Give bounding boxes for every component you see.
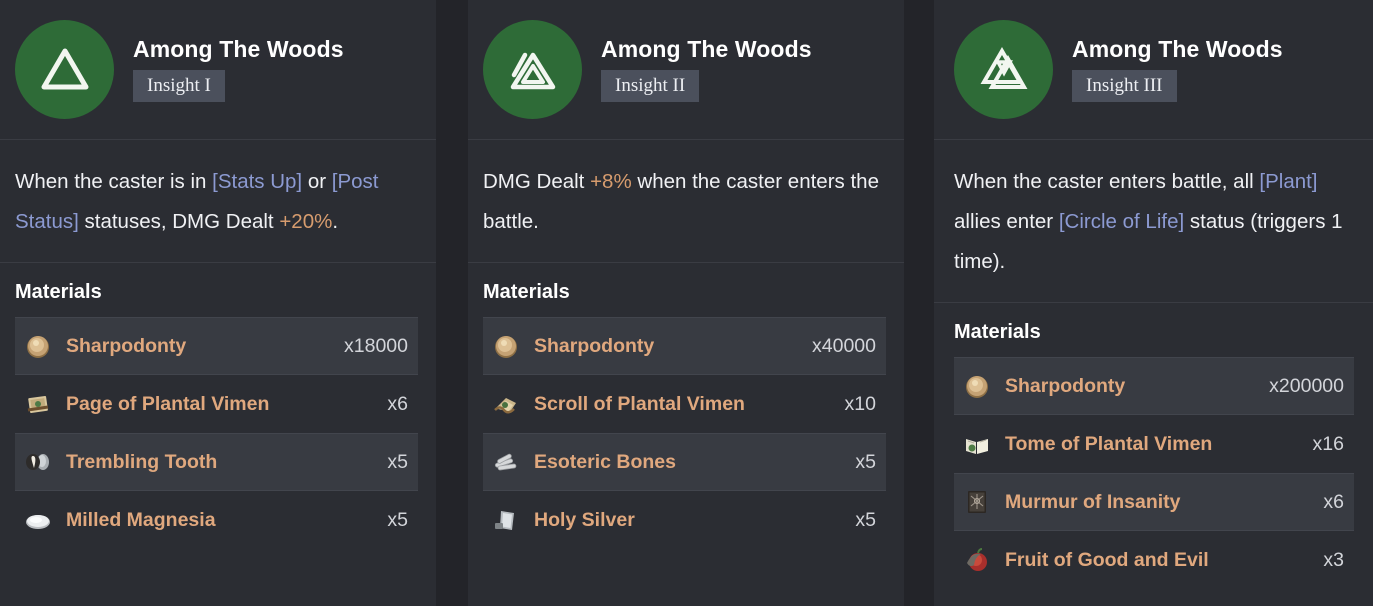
insight-panel-3: Among The Woods Insight III When the cas… <box>934 0 1373 606</box>
desc-seg: or <box>302 170 332 193</box>
gold-coin-icon <box>23 331 53 361</box>
silver-ingot-icon <box>491 505 521 535</box>
dark-book-icon <box>962 487 992 517</box>
desc-number: +20% <box>279 210 333 233</box>
table-row[interactable]: Sharpodonty x18000 <box>15 317 418 375</box>
skill-description: When the caster is in [Stats Up] or [Pos… <box>0 140 436 263</box>
desc-tag: [Plant] <box>1259 170 1318 193</box>
material-qty: x5 <box>387 450 408 473</box>
header-text-block: Among The Woods Insight I <box>133 35 344 102</box>
material-name: Holy Silver <box>534 508 635 531</box>
table-row[interactable]: Page of Plantal Vimen x6 <box>15 375 418 433</box>
skill-description: When the caster enters battle, all [Plan… <box>934 140 1373 303</box>
header-text-block: Among The Woods Insight II <box>601 35 812 102</box>
desc-number: +8% <box>590 170 632 193</box>
table-row[interactable]: Sharpodonty x40000 <box>483 317 886 375</box>
material-qty: x200000 <box>1269 374 1344 397</box>
table-row[interactable]: Holy Silver x5 <box>483 491 886 549</box>
material-qty: x3 <box>1323 548 1344 571</box>
header-text-block: Among The Woods Insight III <box>1072 35 1283 102</box>
materials-section: Materials Sharpodonty x200000 Tome of Pl… <box>934 303 1373 606</box>
table-row[interactable]: Sharpodonty x200000 <box>954 357 1354 415</box>
material-name: Fruit of Good and Evil <box>1005 548 1209 571</box>
materials-heading: Materials <box>483 281 570 303</box>
material-name: Milled Magnesia <box>66 508 216 531</box>
status-badge: Insight I <box>133 69 225 102</box>
desc-seg: statuses, DMG Dealt <box>78 210 280 233</box>
tooth-icon <box>23 447 53 477</box>
material-name: Trembling Tooth <box>66 450 218 473</box>
table-row[interactable]: Trembling Tooth x5 <box>15 433 418 491</box>
material-qty: x6 <box>387 392 408 415</box>
valknut-triangle-icon <box>954 20 1053 119</box>
material-name: Murmur of Insanity <box>1005 490 1181 513</box>
double-triangle-icon <box>483 20 582 119</box>
column-gutter-2 <box>904 0 934 606</box>
materials-heading: Materials <box>15 281 102 303</box>
panel-header: Among The Woods Insight II <box>468 0 904 140</box>
red-fruit-icon <box>962 545 992 575</box>
status-badge: Insight II <box>601 69 700 102</box>
materials-section: Materials Sharpodonty x18000 Page of Pla… <box>0 263 436 606</box>
rolled-scroll-icon <box>491 389 521 419</box>
material-name: Sharpodonty <box>1005 374 1126 397</box>
open-book-icon <box>962 429 992 459</box>
material-qty: x10 <box>844 392 876 415</box>
desc-seg: When the caster enters battle, all <box>954 170 1260 193</box>
desc-tag: [Stats Up] <box>212 170 303 193</box>
table-row[interactable]: Tome of Plantal Vimen x16 <box>954 415 1354 473</box>
gold-coin-icon <box>962 371 992 401</box>
desc-seg: When the caster is in <box>15 170 213 193</box>
table-row[interactable]: Milled Magnesia x5 <box>15 491 418 549</box>
magnesia-bowl-icon <box>23 505 53 535</box>
material-qty: x5 <box>855 450 876 473</box>
material-name: Sharpodonty <box>534 334 655 357</box>
desc-seg: DMG Dealt <box>483 170 591 193</box>
bones-icon <box>491 447 521 477</box>
material-qty: x18000 <box>344 334 408 357</box>
status-badge: Insight III <box>1072 69 1177 102</box>
page-title: Among The Woods <box>601 35 812 62</box>
insight-panel-1: Among The Woods Insight I When the caste… <box>0 0 436 606</box>
material-qty: x5 <box>387 508 408 531</box>
table-row[interactable]: Fruit of Good and Evil x3 <box>954 531 1354 589</box>
skill-description: DMG Dealt +8% when the caster enters the… <box>468 140 904 263</box>
material-name: Esoteric Bones <box>534 450 676 473</box>
panel-header: Among The Woods Insight I <box>0 0 436 140</box>
page-title: Among The Woods <box>133 35 344 62</box>
triangle-outline-icon <box>15 20 114 119</box>
material-name: Sharpodonty <box>66 334 187 357</box>
panel-header: Among The Woods Insight III <box>934 0 1373 140</box>
gold-coin-icon <box>491 331 521 361</box>
page-scroll-icon <box>23 389 53 419</box>
material-qty: x16 <box>1312 432 1344 455</box>
table-row[interactable]: Murmur of Insanity x6 <box>954 473 1354 531</box>
table-row[interactable]: Scroll of Plantal Vimen x10 <box>483 375 886 433</box>
desc-seg: . <box>332 210 339 233</box>
desc-seg: allies enter <box>954 210 1059 233</box>
material-name: Scroll of Plantal Vimen <box>534 392 745 415</box>
material-qty: x6 <box>1323 490 1344 513</box>
column-gutter-1 <box>436 0 468 606</box>
material-qty: x5 <box>855 508 876 531</box>
material-qty: x40000 <box>812 334 876 357</box>
material-name: Tome of Plantal Vimen <box>1005 432 1213 455</box>
page-title: Among The Woods <box>1072 35 1283 62</box>
insight-cards-board: Among The Woods Insight I When the caste… <box>0 0 1373 606</box>
desc-tag: [Circle of Life] <box>1058 210 1185 233</box>
table-row[interactable]: Esoteric Bones x5 <box>483 433 886 491</box>
insight-panel-2: Among The Woods Insight II DMG Dealt +8%… <box>468 0 904 606</box>
materials-heading: Materials <box>954 321 1041 343</box>
materials-section: Materials Sharpodonty x40000 Scroll of P… <box>468 263 904 606</box>
material-name: Page of Plantal Vimen <box>66 392 270 415</box>
